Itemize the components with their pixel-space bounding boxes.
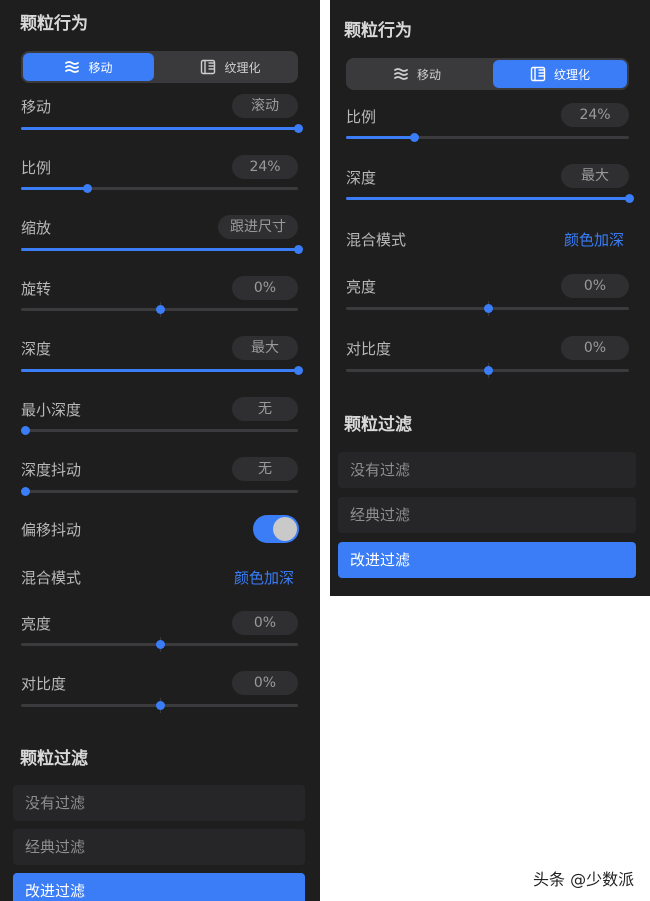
slider-thumb[interactable] (409, 133, 419, 142)
setting-value-scale[interactable]: 24% (232, 155, 298, 179)
setting-label-scale: 比例 (346, 108, 377, 126)
slider-thumb[interactable] (21, 426, 30, 435)
tab-move-label: 移动 (88, 60, 113, 75)
behavior-segmented-control: 移动 纹理化 (21, 51, 298, 83)
setting-value-scale[interactable]: 24% (561, 103, 629, 127)
setting-value-brightness[interactable]: 0% (232, 611, 298, 635)
slider-thumb[interactable] (294, 366, 303, 375)
setting-value-depth-jitter[interactable]: 无 (232, 457, 298, 481)
tab-move[interactable]: 移动 (348, 60, 486, 88)
slider-depth-jitter[interactable] (21, 487, 298, 496)
tab-move[interactable]: 移动 (23, 53, 154, 81)
slider-fill (346, 136, 414, 139)
setting-value-min-depth[interactable]: 无 (232, 397, 298, 421)
slider-min-depth[interactable] (21, 426, 298, 435)
setting-value-depth[interactable]: 最大 (232, 336, 298, 360)
setting-label-offset-jitter: 偏移抖动 (21, 521, 82, 539)
slider-contrast[interactable] (346, 363, 629, 378)
tab-texturize[interactable]: 纹理化 (165, 53, 296, 81)
behavior-segmented-control: 移动 纹理化 (346, 58, 629, 90)
filter-option-none[interactable]: 没有过滤 (338, 452, 636, 488)
setting-label-depth: 深度 (21, 340, 52, 358)
setting-label-zoom: 缩放 (21, 219, 52, 237)
section-title-grain-behavior: 颗粒行为 (20, 14, 88, 34)
setting-label-rotation: 旋转 (21, 280, 52, 298)
filter-option-improved[interactable]: 改进过滤 (338, 542, 636, 578)
texture-grid-icon (530, 66, 546, 82)
setting-label-min-depth: 最小深度 (21, 401, 82, 419)
slider-contrast[interactable] (21, 698, 298, 713)
section-title-grain-filter: 颗粒过滤 (344, 415, 412, 435)
slider-thumb[interactable] (21, 487, 30, 496)
slider-rotation[interactable] (21, 302, 298, 317)
slider-depth[interactable] (346, 194, 634, 203)
toggle-knob (273, 517, 297, 541)
slider-thumb[interactable] (625, 194, 634, 203)
setting-label-brightness: 亮度 (346, 278, 377, 296)
slider-fill (21, 127, 298, 130)
setting-label-depth-jitter: 深度抖动 (21, 461, 82, 479)
setting-label-contrast: 对比度 (346, 340, 392, 358)
offset-jitter-toggle[interactable] (253, 515, 299, 543)
setting-label-blend-mode: 混合模式 (21, 569, 82, 587)
slider-scale[interactable] (21, 184, 298, 193)
slider-fill (21, 369, 298, 372)
texture-grid-icon (200, 59, 216, 75)
tab-texturize[interactable]: 纹理化 (493, 60, 627, 88)
blend-mode-value[interactable]: 颜色加深 (564, 229, 624, 250)
slider-zoom[interactable] (21, 245, 303, 254)
filter-option-classic[interactable]: 经典过滤 (338, 497, 636, 533)
tab-move-label: 移动 (416, 67, 441, 82)
left-settings-panel: 颗粒行为 移动 纹理化 移动 滚动 比例 24% 缩放 跟进尺寸 旋转 0% 深… (0, 0, 320, 901)
slider-depth[interactable] (21, 366, 303, 375)
setting-label-scale: 比例 (21, 159, 52, 177)
setting-value-contrast[interactable]: 0% (561, 336, 629, 360)
blend-mode-value[interactable]: 颜色加深 (234, 567, 294, 588)
setting-value-move[interactable]: 滚动 (232, 94, 298, 118)
slider-scale[interactable] (346, 133, 629, 142)
tab-texturize-label: 纹理化 (553, 67, 590, 82)
slider-move[interactable] (21, 124, 303, 133)
tab-texturize-label: 纹理化 (224, 60, 261, 75)
slider-fill (346, 197, 629, 200)
setting-value-brightness[interactable]: 0% (561, 274, 629, 298)
slider-thumb[interactable] (155, 640, 165, 649)
section-title-grain-filter: 颗粒过滤 (20, 749, 88, 769)
filter-option-improved[interactable]: 改进过滤 (13, 873, 305, 901)
slider-thumb[interactable] (483, 366, 493, 375)
slider-fill (21, 248, 298, 251)
right-settings-panel: 颗粒行为 移动 纹理化 比例 24% 深度 最大 混合模式 颜色加深 亮度 0%… (330, 0, 650, 596)
setting-value-rotation[interactable]: 0% (232, 276, 298, 300)
setting-value-depth[interactable]: 最大 (561, 164, 629, 188)
filter-option-classic[interactable]: 经典过滤 (13, 829, 305, 865)
slider-thumb[interactable] (155, 701, 165, 710)
slider-brightness[interactable] (21, 637, 298, 652)
setting-value-zoom[interactable]: 跟进尺寸 (218, 215, 298, 239)
waves-icon (393, 66, 409, 82)
watermark-text: 头条 @少数派 (533, 870, 635, 889)
setting-label-contrast: 对比度 (21, 675, 67, 693)
slider-thumb[interactable] (483, 304, 493, 313)
section-title-grain-behavior: 颗粒行为 (344, 21, 412, 41)
slider-brightness[interactable] (346, 301, 629, 316)
setting-label-brightness: 亮度 (21, 615, 52, 633)
slider-thumb[interactable] (155, 305, 165, 314)
slider-thumb[interactable] (294, 124, 303, 133)
setting-label-depth: 深度 (346, 169, 377, 187)
slider-thumb[interactable] (294, 245, 303, 254)
slider-thumb[interactable] (83, 184, 93, 193)
setting-label-move: 移动 (21, 98, 52, 116)
filter-option-none[interactable]: 没有过滤 (13, 785, 305, 821)
slider-fill (21, 187, 88, 190)
setting-value-contrast[interactable]: 0% (232, 671, 298, 695)
setting-label-blend-mode: 混合模式 (346, 231, 407, 249)
waves-icon (64, 59, 80, 75)
